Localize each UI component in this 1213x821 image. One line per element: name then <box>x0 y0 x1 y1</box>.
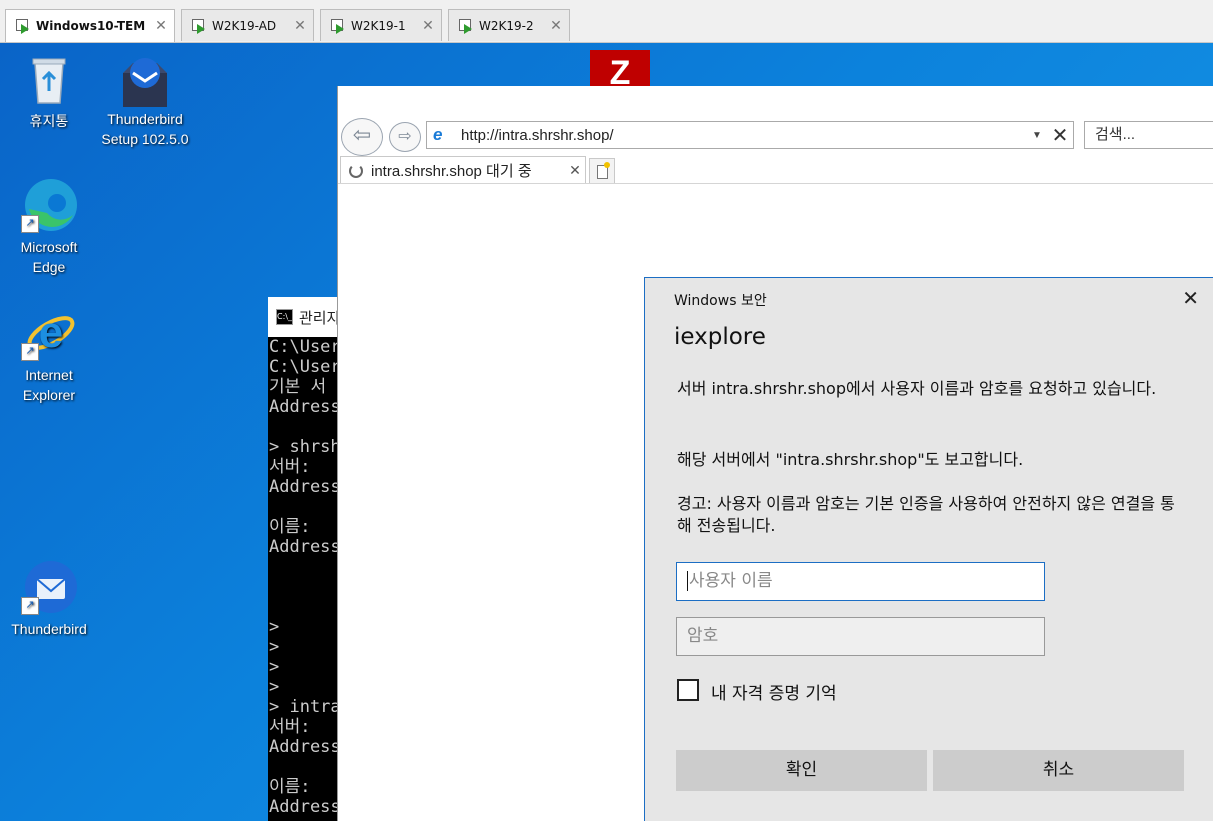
vm-tab-label: W2K19-2 <box>479 18 534 33</box>
vm-tab-w2k19-2[interactable]: W2K19-2 ✕ <box>448 9 570 41</box>
username-input[interactable]: 사용자 이름 <box>676 562 1045 601</box>
desktop-icon-label: Thunderbird <box>11 621 87 637</box>
password-placeholder: 암호 <box>687 626 719 646</box>
address-url[interactable]: http://intra.shrshr.shop/ <box>461 127 1027 144</box>
text-caret <box>687 571 688 591</box>
desktop-icon-label: Microsoft Edge <box>20 239 78 275</box>
cmd-line <box>269 577 340 597</box>
internet-explorer-icon: e ↗ <box>21 305 77 361</box>
cmd-line: Address <box>269 537 340 557</box>
shortcut-arrow-icon: ↗ <box>21 597 39 615</box>
remember-credentials-label[interactable]: 내 자격 증명 기억 <box>711 679 837 704</box>
vm-icon <box>459 18 473 34</box>
desktop-icon-label: Internet Explorer <box>22 367 76 403</box>
desktop-icon-thunderbird[interactable]: ↗ Thunderbird <box>4 559 94 639</box>
cmd-icon: C:\_ <box>276 309 293 325</box>
password-input[interactable]: 암호 <box>676 617 1045 656</box>
desktop-icon-internet-explorer[interactable]: e ↗ Internet Explorer <box>4 305 94 405</box>
edge-icon: ↗ <box>21 177 77 233</box>
cmd-line: Address <box>269 737 340 757</box>
desktop-icon-label: Thunderbird Setup 102.5.0 <box>101 111 189 147</box>
cmd-titlebar[interactable]: C:\_ 관리자 <box>268 297 340 337</box>
cmd-line: > intra <box>269 697 340 717</box>
desktop-icon-thunderbird-setup[interactable]: Thunderbird Setup 102.5.0 <box>100 49 190 149</box>
ie-page-icon: e <box>433 125 443 144</box>
thunderbird-icon: ↗ <box>21 559 77 615</box>
dialog-caption: Windows 보안 <box>674 293 767 309</box>
cmd-line: > <box>269 637 280 657</box>
close-icon[interactable]: ✕ <box>547 18 565 34</box>
desktop-icon-edge[interactable]: ↗ Microsoft Edge <box>4 177 94 277</box>
cmd-window[interactable]: C:\_ 관리자 C:\User C:\User 기본 서 Address > shrs… <box>268 297 340 821</box>
cmd-line: > <box>269 657 280 677</box>
username-placeholder: 사용자 이름 <box>689 571 773 591</box>
cmd-line: C:\User <box>269 337 340 357</box>
loading-icon <box>349 163 363 178</box>
vm-tab-w2k19-1[interactable]: W2K19-1 ✕ <box>320 9 442 41</box>
cmd-line: 이름: <box>269 517 311 537</box>
vm-icon <box>192 18 206 34</box>
cmd-line: 기본 서 <box>269 377 327 397</box>
close-icon[interactable]: ✕ <box>152 18 170 34</box>
dialog-app-name: iexplore <box>674 324 766 350</box>
vm-icon <box>16 19 30 34</box>
vm-tab-label: W2K19-1 <box>351 18 406 33</box>
desktop-icon-label: 휴지통 <box>29 113 69 129</box>
chevron-down-icon[interactable]: ▼ <box>1027 130 1047 141</box>
cmd-line: > <box>269 617 280 637</box>
address-bar[interactable]: e http://intra.shrshr.shop/ ▼ ✕ <box>426 121 1074 149</box>
divider <box>338 183 1213 184</box>
dialog-server-report: 해당 서버에서 "intra.shrshr.shop"도 보고합니다. <box>677 450 1024 469</box>
desktop-icon-recycle-bin[interactable]: 휴지통 <box>4 51 94 131</box>
forward-button[interactable]: ⇨ <box>389 122 421 152</box>
back-button[interactable]: ⇦ <box>341 118 383 156</box>
cmd-line: > shrsh <box>269 437 340 457</box>
close-icon[interactable]: ✕ <box>419 18 437 34</box>
cmd-line: Address <box>269 477 340 497</box>
cancel-button[interactable]: 취소 <box>933 750 1184 791</box>
filezilla-icon[interactable]: Z <box>590 50 650 92</box>
dialog-message: 서버 intra.shrshr.shop에서 사용자 이름과 암호를 요청하고 … <box>677 379 1157 398</box>
ok-button[interactable]: 확인 <box>676 750 927 791</box>
shortcut-arrow-icon: ↗ <box>21 343 39 361</box>
cmd-line: Address <box>269 797 340 817</box>
cmd-line: 서버: <box>269 457 311 477</box>
cmd-line <box>269 557 340 577</box>
thunderbird-setup-icon <box>117 49 173 107</box>
cmd-line <box>269 757 340 777</box>
vm-tab-label: Windows10-TEM <box>36 19 146 33</box>
vm-icon <box>331 18 345 34</box>
dialog-warning: 경고: 사용자 이름과 암호는 기본 인증을 사용하여 안전하지 않은 연결을 … <box>677 494 1175 535</box>
ie-navigation-bar: ⇦ ⇨ e http://intra.shrshr.shop/ ▼ ✕ 검색..… <box>338 116 1213 156</box>
cmd-line: > <box>269 677 280 697</box>
vm-tab-windows10[interactable]: Windows10-TEM ✕ <box>5 9 175 42</box>
cmd-line <box>269 597 340 617</box>
windows-security-dialog: Windows 보안 ✕ iexplore 서버 intra.shrshr.sh… <box>644 277 1213 821</box>
cmd-line: 서버: <box>269 717 311 737</box>
cmd-output: C:\User C:\User 기본 서 Address > shrsh 서버: Addre… <box>268 337 340 817</box>
search-box[interactable]: 검색... <box>1084 121 1213 149</box>
stop-icon[interactable]: ✕ <box>1047 123 1073 148</box>
new-tab-button[interactable] <box>589 158 615 184</box>
cmd-line <box>269 497 340 517</box>
cmd-line: C:\User <box>269 357 340 377</box>
svg-text:e: e <box>39 308 63 357</box>
cmd-line: Address <box>269 397 340 417</box>
remember-credentials-checkbox[interactable] <box>677 679 699 701</box>
ie-tab-title: intra.shrshr.shop 대기 중 <box>371 163 532 180</box>
vm-tab-w2k19-ad[interactable]: W2K19-AD ✕ <box>181 9 314 41</box>
vm-tab-bar: Windows10-TEM ✕ W2K19-AD ✕ W2K19-1 ✕ W2K… <box>0 0 1213 43</box>
cmd-line <box>269 417 340 437</box>
ie-tab[interactable]: intra.shrshr.shop 대기 중 ✕ <box>340 156 586 184</box>
cmd-line: 이름: <box>269 777 311 797</box>
close-icon[interactable]: ✕ <box>291 18 309 34</box>
shortcut-arrow-icon: ↗ <box>21 215 39 233</box>
vm-tab-label: W2K19-AD <box>212 18 277 33</box>
cmd-title: 관리자 <box>298 308 340 327</box>
close-icon[interactable]: ✕ <box>565 162 585 179</box>
recycle-bin-icon <box>21 51 77 107</box>
close-icon[interactable]: ✕ <box>1182 286 1199 310</box>
